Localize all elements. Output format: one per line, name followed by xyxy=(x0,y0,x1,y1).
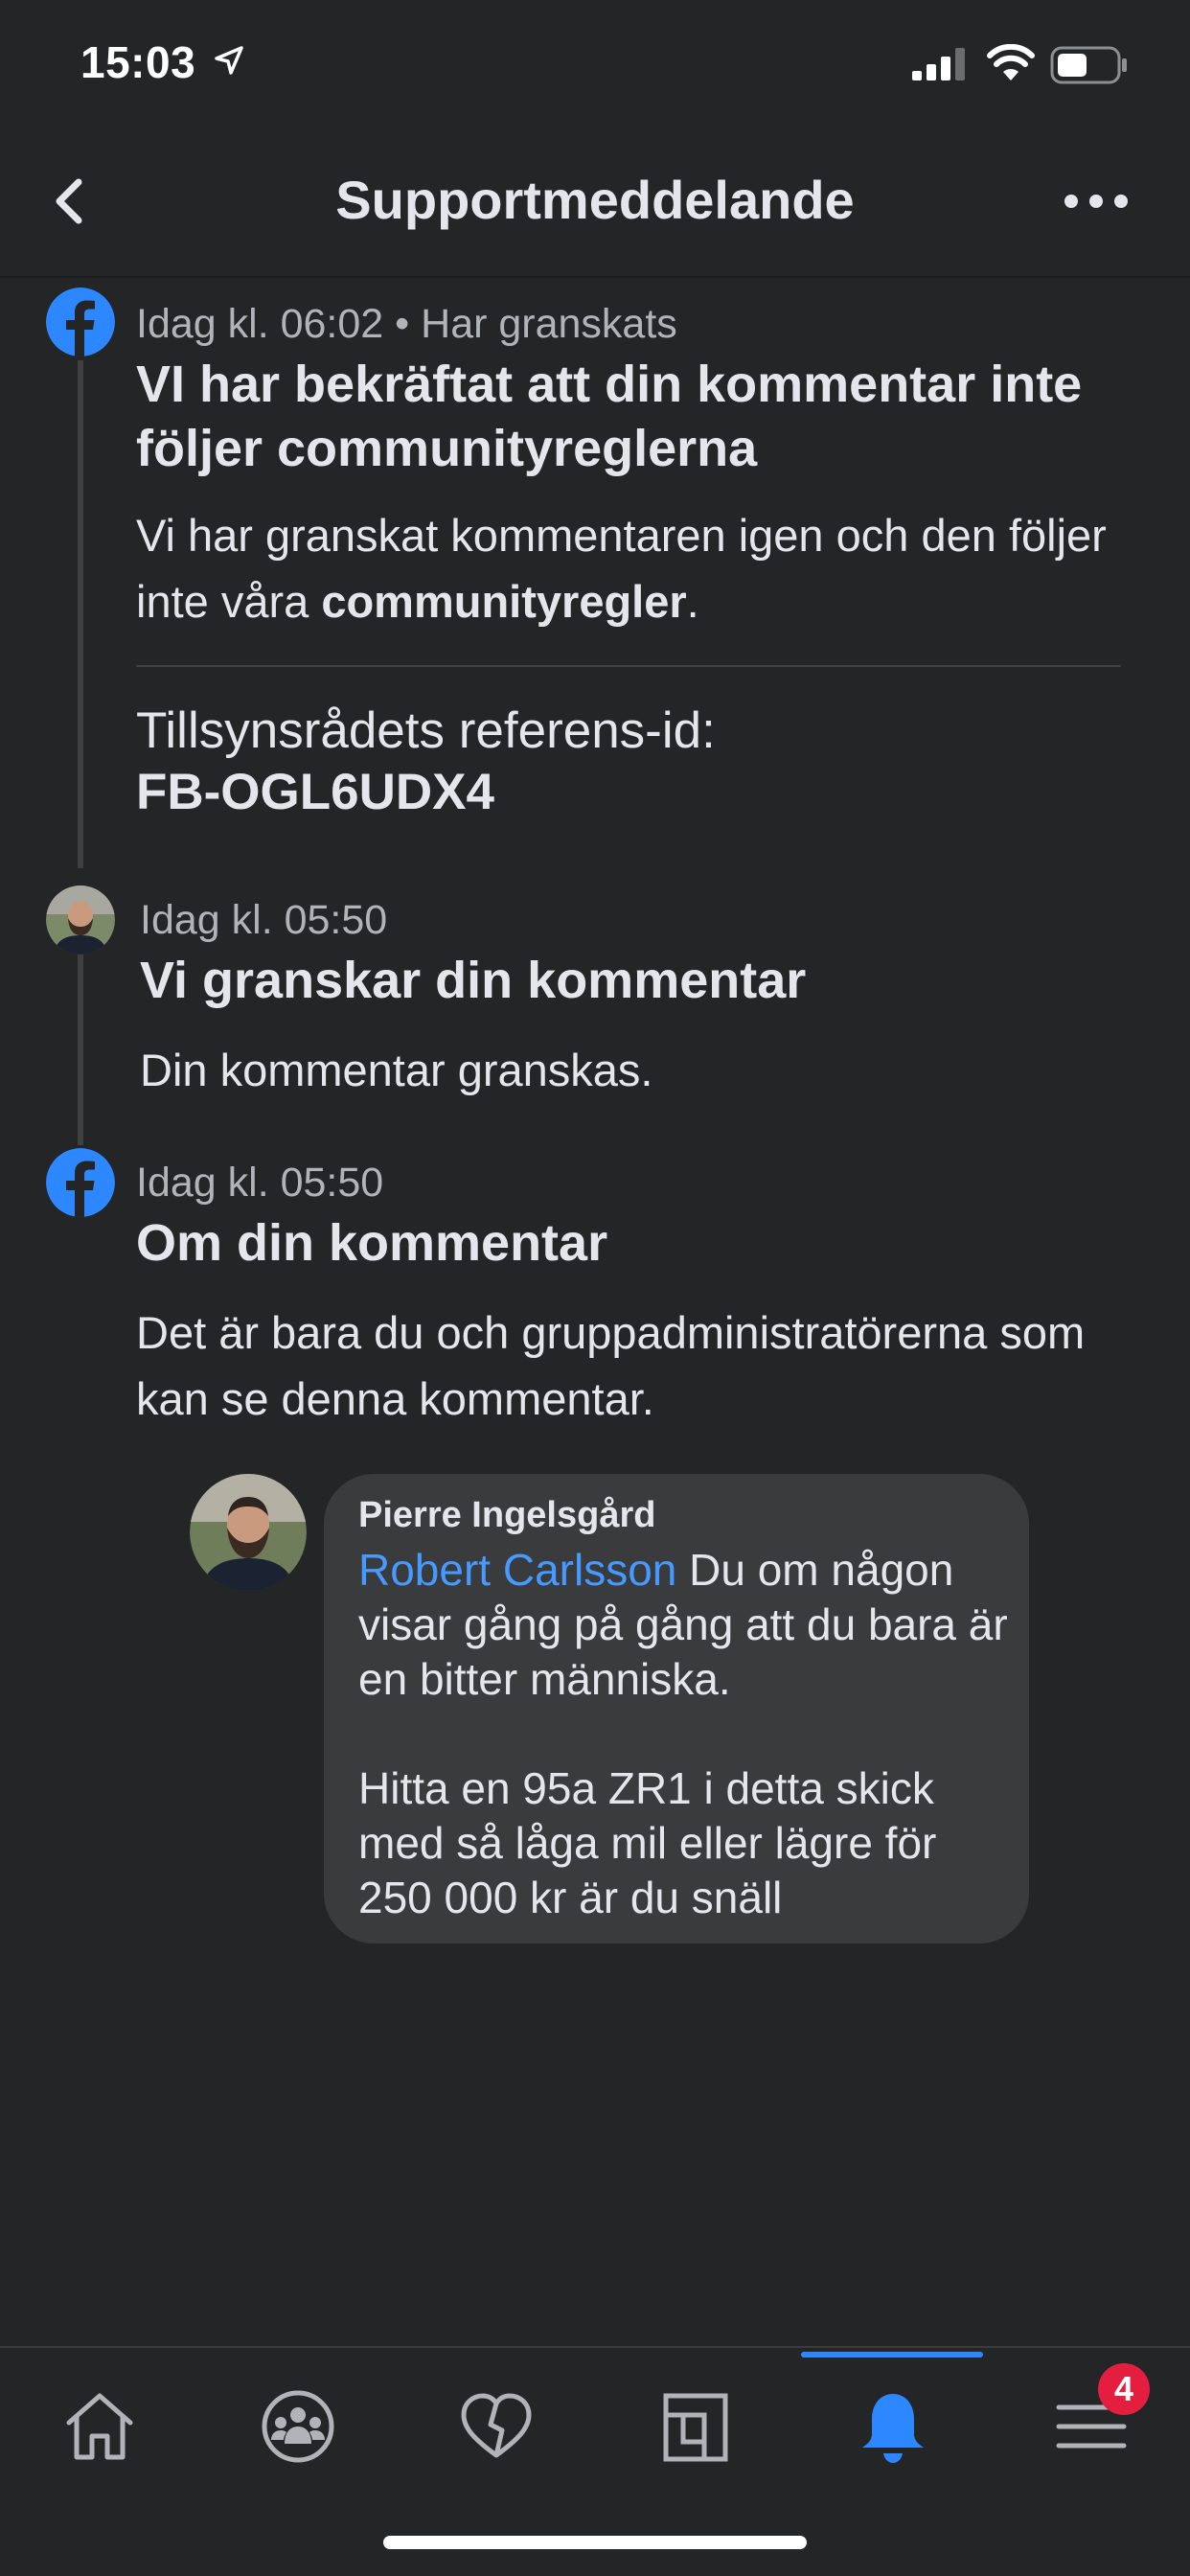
reference-label: Tillsynsrådets referens-id: xyxy=(136,702,716,759)
entry-title: Vi granskar din kommentar xyxy=(140,952,807,1009)
comment-text-part2: Hitta en 95a ZR1 i detta skick med så lå… xyxy=(358,1763,937,1922)
tab-dating[interactable] xyxy=(397,2348,595,2482)
menu-badge: 4 xyxy=(1098,2363,1150,2415)
facebook-icon xyxy=(46,1148,115,1217)
tab-pages[interactable] xyxy=(595,2348,793,2482)
screen: 15:03 Supportmeddelande Idag kl. 06:02 •… xyxy=(0,0,1190,2576)
comment-text: Robert Carlsson Du om någon visar gång p… xyxy=(358,1543,1010,1925)
signal-icon xyxy=(912,48,965,80)
tab-menu[interactable] xyxy=(992,2348,1190,2482)
header: Supportmeddelande xyxy=(0,125,1190,278)
entry-meta: Idag kl. 06:02 • Har granskats xyxy=(136,301,677,347)
user-avatar[interactable] xyxy=(46,886,115,954)
entry-body-suffix: . xyxy=(686,576,699,627)
entry-meta: Idag kl. 05:50 xyxy=(136,1160,384,1206)
home-indicator[interactable] xyxy=(383,2536,807,2549)
facebook-icon xyxy=(46,288,115,356)
wifi-icon xyxy=(987,44,1035,80)
comment-author[interactable]: Pierre Ingelsgård xyxy=(358,1495,655,1536)
timeline-connector xyxy=(78,954,83,1145)
more-options-button[interactable] xyxy=(1062,184,1131,218)
commenter-avatar[interactable] xyxy=(190,1474,307,1591)
tab-groups[interactable] xyxy=(198,2348,397,2482)
tab-home[interactable] xyxy=(0,2348,198,2482)
home-icon xyxy=(66,2393,133,2460)
battery-icon xyxy=(1050,46,1127,84)
comment-bubble: Pierre Ingelsgård Robert Carlsson Du om … xyxy=(324,1474,1029,1944)
entry-body: Din kommentar granskas. xyxy=(140,1045,653,1095)
entry-title: Om din kommentar xyxy=(136,1214,608,1272)
reference-id: FB-OGL6UDX4 xyxy=(136,764,494,820)
community-standards-link[interactable]: communityregler xyxy=(321,576,686,627)
tab-notifications[interactable] xyxy=(793,2348,992,2482)
divider xyxy=(136,665,1121,667)
groups-icon xyxy=(262,2390,334,2463)
dating-heart-icon xyxy=(461,2393,532,2458)
bell-icon xyxy=(862,2394,924,2463)
status-time: 15:03 xyxy=(80,37,196,87)
mention-link[interactable]: Robert Carlsson xyxy=(358,1545,676,1595)
pages-icon xyxy=(663,2393,728,2462)
location-arrow-icon xyxy=(215,46,243,75)
entry-meta: Idag kl. 05:50 xyxy=(140,897,388,943)
entry-title: VI har bekräftat att din kommentar inte … xyxy=(136,356,1083,477)
entry-body: Det är bara du och gruppadministratörern… xyxy=(136,1307,1086,1424)
page-title: Supportmeddelande xyxy=(335,170,855,230)
status-bar: 15:03 xyxy=(0,0,1190,125)
timeline-connector xyxy=(78,360,83,868)
entry-body: Vi har granskat kommentaren igen och den… xyxy=(136,502,1133,634)
